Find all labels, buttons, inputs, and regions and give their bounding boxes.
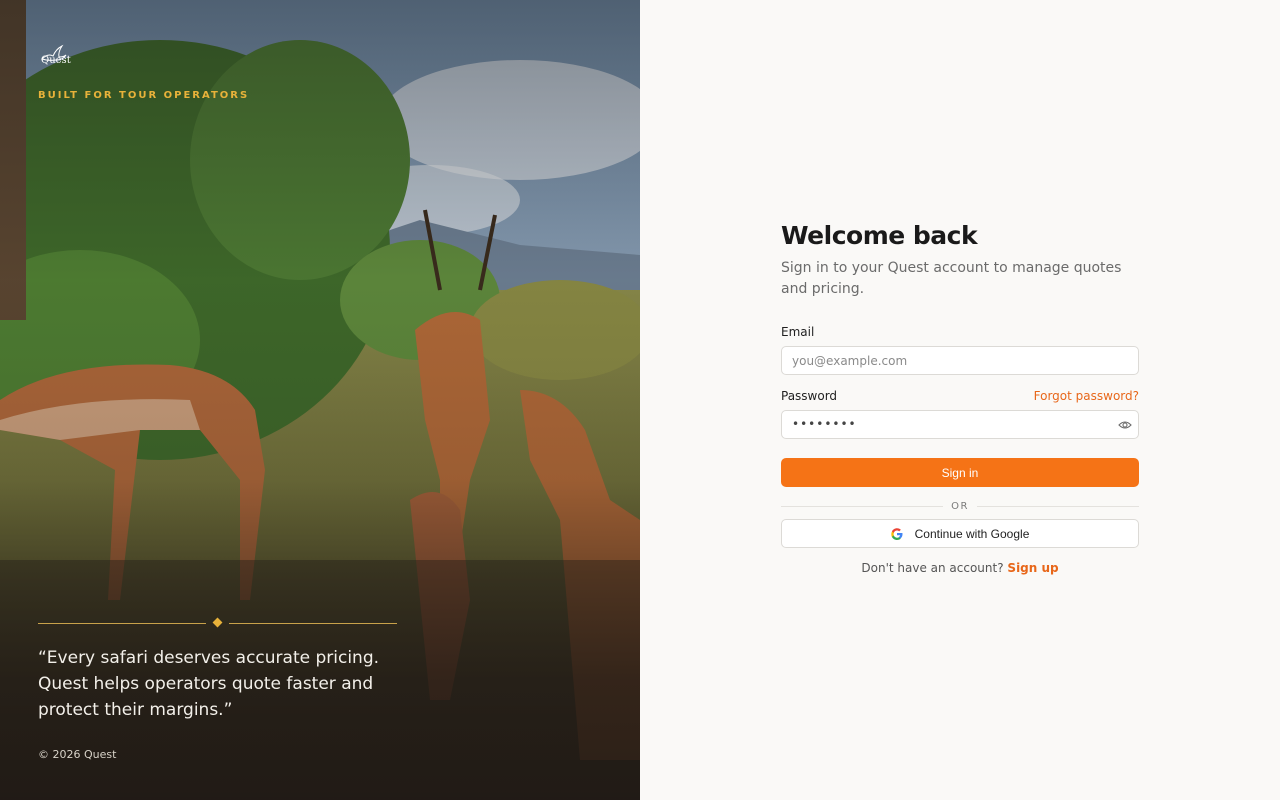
sign-in-button[interactable]: Sign in — [781, 458, 1139, 487]
or-divider: OR — [781, 499, 1140, 513]
signup-row: Don't have an account? Sign up — [781, 561, 1139, 575]
sign-up-link[interactable]: Sign up — [1007, 561, 1058, 575]
page-subtitle: Sign in to your Quest account to manage … — [781, 260, 1122, 297]
eye-icon[interactable] — [1118, 418, 1132, 432]
copyright-text: © 2026 Quest — [38, 748, 117, 761]
testimonial-quote: “Every safari deserves accurate pricing.… — [38, 648, 380, 720]
password-label: Password — [781, 389, 838, 403]
email-field[interactable]: you@example.com — [781, 346, 1139, 375]
hero-panel: Quest BUILT FOR TOUR OPERATORS “Every sa… — [0, 0, 640, 800]
password-field[interactable]: •••••••• — [781, 410, 1139, 439]
signup-prompt: Don't have an account? — [861, 561, 1004, 575]
password-value: •••••••• — [792, 417, 857, 431]
diamond-icon — [212, 617, 223, 628]
login-form: Welcome back Sign in to your Quest accou… — [781, 219, 1140, 575]
login-panel: Welcome back Sign in to your Quest accou… — [640, 0, 1280, 800]
email-label: Email — [781, 325, 815, 339]
google-button-label: Continue with Google — [914, 526, 1030, 541]
quest-logo: Quest — [38, 43, 71, 69]
google-sign-in-button[interactable]: Continue with Google — [781, 519, 1139, 548]
password-label-row: Password Forgot password? — [781, 389, 1139, 403]
logo-text: Quest — [41, 55, 71, 66]
forgot-password-link[interactable]: Forgot password? — [1034, 389, 1139, 403]
email-placeholder: you@example.com — [792, 354, 908, 368]
google-icon — [890, 527, 903, 540]
page-title: Welcome back — [781, 221, 978, 250]
or-text: OR — [951, 500, 969, 512]
ornamental-divider — [38, 617, 397, 629]
tagline: BUILT FOR TOUR OPERATORS — [38, 90, 250, 101]
